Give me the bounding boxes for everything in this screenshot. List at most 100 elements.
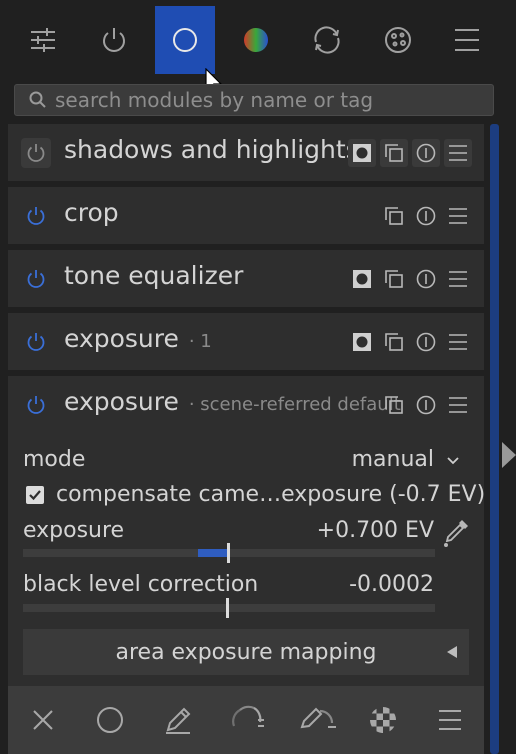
multi-instance-button[interactable] — [380, 139, 408, 167]
multi-instance-icon — [385, 207, 403, 225]
hamburger-icon — [449, 145, 467, 161]
multi-instance-button[interactable] — [380, 202, 408, 230]
module-name-text: exposure — [64, 387, 179, 416]
circle-icon — [97, 707, 123, 733]
collapse-right-panel-icon[interactable] — [502, 440, 516, 470]
mask-icon — [353, 270, 371, 288]
reset-button[interactable] — [412, 265, 440, 293]
mask-off-button[interactable] — [23, 700, 63, 740]
drawn-parametric-mask-button[interactable] — [298, 700, 338, 740]
mask-button[interactable] — [348, 265, 376, 293]
area-exposure-mapping-section[interactable]: area exposure mapping — [23, 629, 469, 675]
raster-mask-button[interactable] — [363, 700, 403, 740]
module-power-button[interactable] — [21, 138, 51, 168]
mode-combobox[interactable]: mode manual — [8, 444, 484, 476]
module-power-button[interactable] — [21, 264, 51, 294]
module-header-icons — [380, 391, 472, 419]
multi-instance-icon — [385, 333, 403, 351]
presets-button[interactable] — [444, 202, 472, 230]
tab-correct-modules[interactable] — [297, 6, 357, 74]
black-level-slider[interactable] — [23, 598, 435, 618]
exposure-slider-fill — [198, 549, 227, 557]
checkmark-icon — [29, 490, 41, 501]
multi-instance-button[interactable] — [380, 391, 408, 419]
checker-icon — [370, 707, 396, 733]
mask-icon — [353, 333, 371, 351]
blend-mask-toolbar — [8, 686, 484, 754]
reset-icon — [416, 332, 436, 352]
power-icon — [27, 270, 45, 288]
reset-icon — [416, 206, 436, 226]
reset-icon — [416, 269, 436, 289]
module-power-button[interactable] — [21, 201, 51, 231]
hamburger-icon — [449, 397, 467, 413]
hamburger-icon — [449, 208, 467, 224]
multi-instance-button[interactable] — [380, 328, 408, 356]
parametric-mask-button[interactable] — [228, 700, 268, 740]
reset-icon — [416, 395, 436, 415]
reset-button[interactable] — [412, 391, 440, 419]
search-input[interactable] — [55, 88, 475, 112]
area-exposure-mapping-label: area exposure mapping — [115, 639, 377, 665]
color-icon — [244, 28, 268, 52]
module-header-exposure-1[interactable]: exposure · 1 — [8, 313, 484, 370]
refresh-icon — [314, 26, 340, 54]
power-icon — [27, 396, 45, 414]
power-icon — [27, 333, 45, 351]
module-header-icons — [380, 202, 472, 230]
presets-button[interactable] — [444, 265, 472, 293]
reset-button[interactable] — [412, 139, 440, 167]
module-header-icons — [348, 139, 472, 167]
module-instance-label: · scene-referred default — [188, 394, 401, 415]
menu-icon — [439, 710, 461, 730]
module-header-icons — [348, 265, 472, 293]
black-level-slider-marker[interactable] — [226, 598, 229, 618]
close-icon — [33, 710, 53, 730]
module-name: tone equalizer — [64, 261, 244, 290]
uniform-mask-button[interactable] — [90, 700, 130, 740]
color-picker-icon[interactable] — [440, 516, 472, 550]
compensate-label: compensate came…exposure (-0.7 EV) — [56, 482, 486, 507]
module-list-scrollbar[interactable] — [490, 124, 499, 754]
mask-icon — [353, 144, 371, 162]
exposure-slider[interactable] — [23, 543, 435, 563]
module-group-tabs — [0, 0, 516, 82]
tab-color-modules[interactable] — [226, 6, 286, 74]
mask-button[interactable] — [348, 328, 376, 356]
tab-active-modules[interactable] — [84, 6, 144, 74]
tab-effect-modules[interactable] — [368, 6, 428, 74]
sliders-icon — [31, 28, 55, 52]
tab-presets-menu[interactable] — [437, 6, 497, 74]
mask-button[interactable] — [348, 139, 376, 167]
tab-base-modules[interactable] — [155, 6, 215, 74]
module-exposure-expanded: exposure · scene-referred default mode m… — [8, 376, 486, 686]
blend-menu-button[interactable] — [430, 700, 470, 740]
module-header-tone-equalizer[interactable]: tone equalizer — [8, 250, 484, 307]
module-header-exposure-scene-referred[interactable]: exposure · scene-referred default — [8, 376, 484, 433]
circle-icon — [173, 28, 197, 52]
module-instance-label: · 1 — [188, 331, 212, 352]
reset-button[interactable] — [412, 328, 440, 356]
module-header-shadows-highlights[interactable]: shadows and highlights — [8, 124, 484, 181]
drawn-mask-button[interactable] — [158, 700, 198, 740]
exposure-slider-marker[interactable] — [226, 543, 230, 563]
module-header-crop[interactable]: crop — [8, 187, 484, 244]
tab-quick-access[interactable] — [13, 6, 73, 74]
presets-button[interactable] — [444, 391, 472, 419]
reset-button[interactable] — [412, 202, 440, 230]
module-power-button[interactable] — [21, 390, 51, 420]
mode-value: manual — [351, 447, 434, 472]
module-name: exposure · 1 — [64, 324, 212, 353]
module-power-button[interactable] — [21, 327, 51, 357]
black-level-label: black level correction — [23, 572, 259, 597]
exposure-slider-label: exposure — [23, 518, 125, 543]
compensate-checkbox[interactable] — [26, 486, 44, 504]
multi-instance-icon — [385, 396, 403, 414]
pencil-icon — [166, 707, 191, 734]
chevron-down-icon — [447, 457, 459, 465]
presets-button[interactable] — [444, 328, 472, 356]
presets-button[interactable] — [444, 139, 472, 167]
hamburger-icon — [449, 271, 467, 287]
multi-instance-button[interactable] — [380, 265, 408, 293]
module-search-box[interactable] — [14, 84, 494, 116]
